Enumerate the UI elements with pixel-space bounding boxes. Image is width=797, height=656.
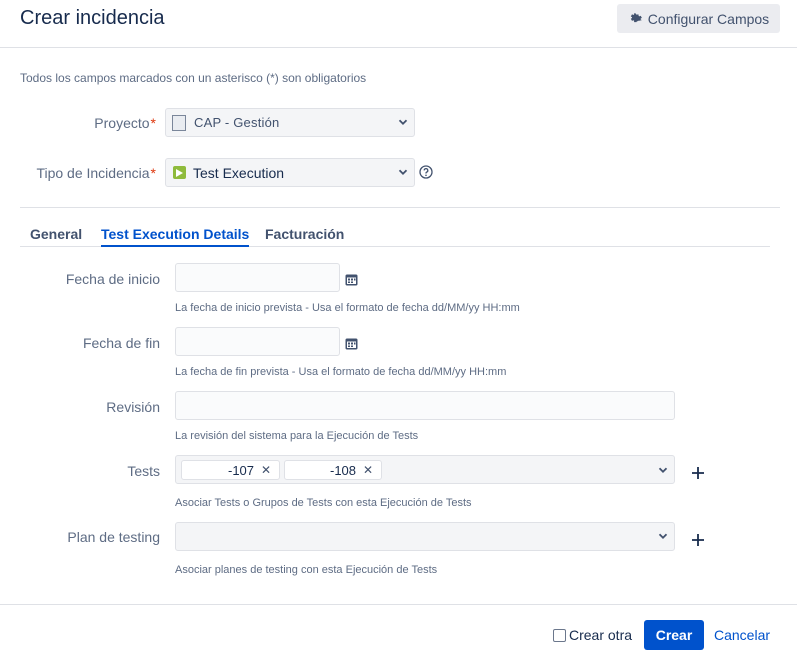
issue-type-value: Test Execution	[193, 164, 285, 181]
chevron-down-icon[interactable]	[658, 465, 668, 475]
create-button[interactable]: Crear	[644, 620, 704, 650]
start-date-input[interactable]	[175, 263, 340, 292]
section-divider	[20, 207, 780, 208]
tab-bar: General Test Execution Details Facturaci…	[20, 222, 770, 247]
required-asterisk: *	[150, 115, 156, 131]
gear-icon	[630, 13, 642, 23]
help-icon[interactable]	[419, 165, 433, 179]
required-fields-note: Todos los campos marcados con un asteris…	[20, 71, 367, 85]
test-chip: -107 ✕	[181, 460, 280, 480]
test-chip: -108 ✕	[284, 460, 382, 480]
test-plan-select[interactable]	[175, 522, 675, 551]
project-avatar	[172, 114, 186, 131]
remove-chip-icon[interactable]: ✕	[363, 463, 373, 477]
create-another-checkbox[interactable]: Crear otra	[553, 627, 632, 643]
test-chip-label: -107	[228, 462, 255, 478]
revision-label: Revisión	[106, 399, 160, 415]
checkbox-box[interactable]	[553, 628, 566, 642]
test-plan-label: Plan de testing	[67, 529, 160, 545]
add-test-icon[interactable]	[691, 466, 705, 480]
end-date-label: Fecha de fin	[82, 335, 160, 351]
project-label: Proyecto*	[94, 115, 156, 131]
chevron-down-icon	[398, 119, 408, 125]
test-plan-hint: Asociar planes de testing con esta Ejecu…	[175, 564, 438, 576]
configure-fields-label: Configurar Campos	[647, 10, 770, 27]
tests-hint: Asociar Tests o Grupos de Tests con esta…	[175, 497, 472, 509]
required-asterisk: *	[150, 165, 156, 181]
chevron-down-icon	[398, 169, 408, 175]
start-date-label: Fecha de inicio	[65, 271, 160, 287]
issue-type-label: Tipo de Incidencia*	[36, 165, 156, 181]
project-value: CAP - Gestión	[194, 115, 280, 130]
revision-input[interactable]	[175, 391, 675, 420]
add-test-plan-icon[interactable]	[691, 533, 705, 547]
cancel-link[interactable]: Cancelar	[714, 627, 770, 643]
tests-label: Tests	[127, 463, 160, 479]
revision-hint: La revisión del sistema para la Ejecució…	[175, 430, 419, 442]
remove-chip-icon[interactable]: ✕	[261, 463, 271, 477]
tab-facturacion[interactable]: Facturación	[265, 226, 344, 242]
test-chip-label: -108	[330, 462, 357, 478]
dialog-title: Crear incidencia	[20, 7, 165, 29]
tab-test-execution-details[interactable]: Test Execution Details	[101, 226, 250, 247]
calendar-icon[interactable]	[345, 273, 358, 286]
chevron-down-icon	[658, 533, 668, 539]
create-another-label: Crear otra	[569, 627, 633, 643]
project-select[interactable]: CAP - Gestión	[165, 108, 415, 137]
test-execution-icon	[173, 166, 186, 179]
calendar-icon[interactable]	[345, 337, 358, 350]
tab-general[interactable]: General	[30, 226, 82, 242]
start-date-hint: La fecha de inicio prevista - Usa el for…	[175, 302, 520, 314]
tests-multiselect[interactable]: -107 ✕ -108 ✕	[175, 455, 675, 484]
end-date-input[interactable]	[175, 327, 340, 356]
issue-type-select[interactable]: Test Execution	[165, 158, 415, 187]
dialog-header: Crear incidencia Configurar Campos	[0, 0, 797, 48]
dialog-footer: Crear otra Crear Cancelar	[0, 604, 797, 656]
end-date-hint: La fecha de fin prevista - Usa el format…	[175, 366, 507, 378]
configure-fields-button[interactable]: Configurar Campos	[617, 4, 780, 33]
